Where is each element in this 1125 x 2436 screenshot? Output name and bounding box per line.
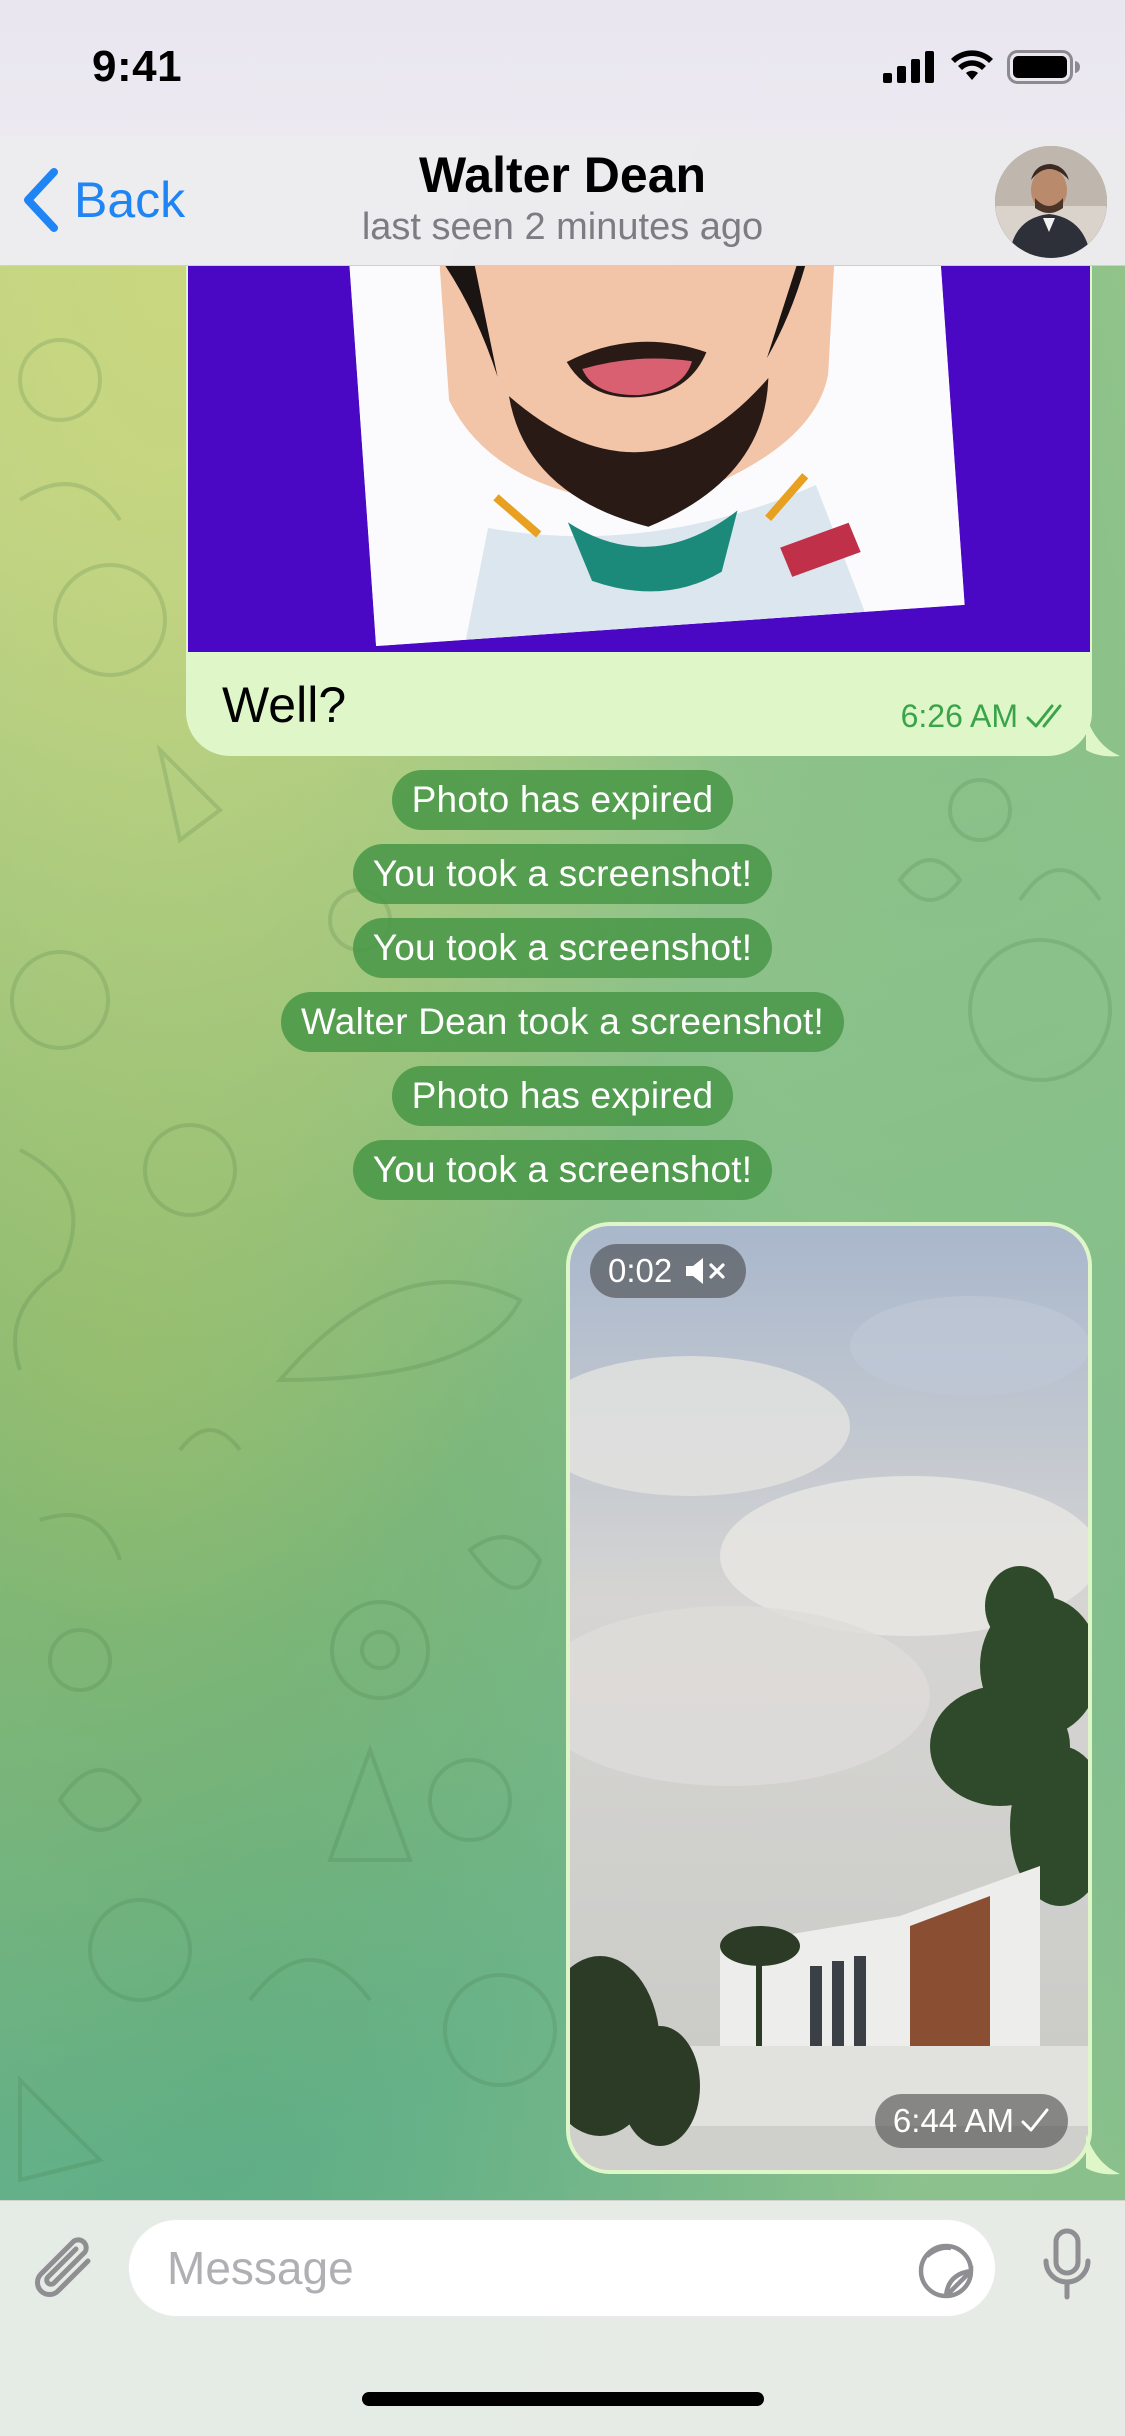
portrait-illustration bbox=[345, 266, 965, 647]
bubble-tail bbox=[1086, 2134, 1120, 2175]
bubble-tail bbox=[1086, 716, 1120, 757]
message-meta: 6:26 AM bbox=[901, 698, 1070, 735]
chat-status: last seen 2 minutes ago bbox=[361, 206, 764, 248]
message-input-placeholder: Message bbox=[167, 2242, 354, 2294]
status-time: 9:41 bbox=[92, 42, 183, 91]
paperclip-icon bbox=[35, 2237, 91, 2297]
outgoing-video-message[interactable]: 0:02 6:44 AM bbox=[566, 1222, 1092, 2174]
sent-checkmark-icon bbox=[1021, 2108, 1049, 2132]
video-scene bbox=[570, 1226, 1088, 2170]
message-time: 6:26 AM bbox=[900, 698, 1018, 734]
message-input[interactable]: Message bbox=[128, 2219, 996, 2317]
video-duration: 0:02 bbox=[608, 1252, 673, 1289]
home-indicator[interactable] bbox=[362, 2392, 764, 2406]
chat-title[interactable]: Walter Dean bbox=[0, 146, 1125, 204]
service-message-text: Photo has expired bbox=[391, 1066, 734, 1126]
service-message-text: Photo has expired bbox=[391, 770, 734, 830]
cellular-signal-icon bbox=[883, 51, 934, 83]
service-message: Photo has expired bbox=[0, 1066, 1125, 1126]
muted-speaker-icon bbox=[686, 1258, 725, 1284]
service-message: You took a screenshot! bbox=[0, 918, 1125, 978]
battery-icon bbox=[1007, 50, 1080, 84]
status-bar: 9:41 bbox=[0, 0, 1125, 136]
chat-header: Back Walter Dean last seen 2 minutes ago bbox=[0, 136, 1125, 266]
sticker-icon[interactable] bbox=[917, 2242, 975, 2300]
service-message-text: You took a screenshot! bbox=[352, 918, 773, 978]
message-caption: Well? bbox=[222, 677, 347, 733]
video-preview[interactable]: 0:02 6:44 AM bbox=[570, 1226, 1088, 2170]
service-message-text: You took a screenshot! bbox=[352, 1140, 773, 1200]
service-message-text: Walter Dean took a screenshot! bbox=[281, 992, 844, 1052]
avatar-photo bbox=[995, 146, 1107, 258]
service-message: You took a screenshot! bbox=[0, 844, 1125, 904]
service-message: Photo has expired bbox=[0, 770, 1125, 830]
status-icons bbox=[883, 50, 1081, 84]
avatar[interactable] bbox=[995, 146, 1107, 258]
video-duration-badge[interactable]: 0:02 bbox=[590, 1244, 747, 1298]
portrait-artwork bbox=[345, 266, 965, 647]
wifi-icon bbox=[951, 50, 993, 80]
message-photo[interactable] bbox=[188, 266, 1090, 652]
read-checkmarks-icon bbox=[1026, 704, 1062, 727]
video-message-meta: 6:44 AM bbox=[874, 2094, 1068, 2148]
outgoing-photo-message[interactable]: Well? 6:26 AM bbox=[186, 266, 1092, 756]
service-message: Walter Dean took a screenshot! bbox=[0, 992, 1125, 1052]
attach-button[interactable] bbox=[30, 2231, 102, 2307]
voice-record-button[interactable] bbox=[1041, 2227, 1093, 2308]
video-message-time: 6:44 AM bbox=[892, 2102, 1014, 2139]
service-message: You took a screenshot! bbox=[0, 1140, 1125, 1200]
microphone-icon bbox=[1043, 2228, 1091, 2300]
service-message-text: You took a screenshot! bbox=[352, 844, 773, 904]
